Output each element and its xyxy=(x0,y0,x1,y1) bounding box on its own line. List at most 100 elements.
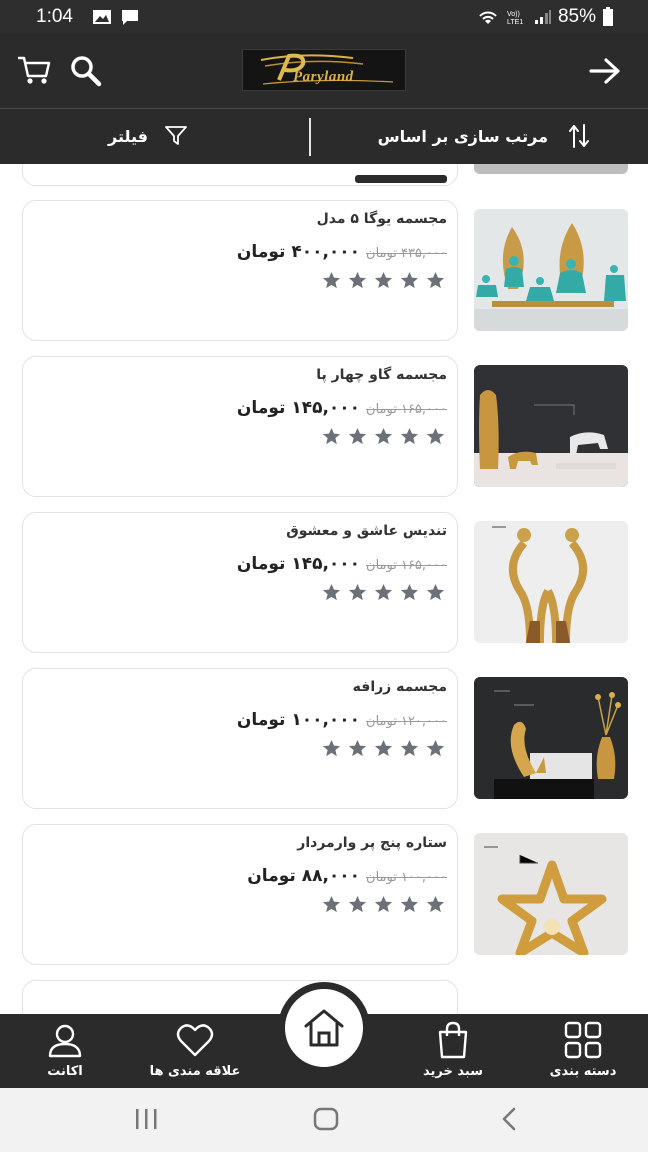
old-price: ۱۶۵,۰۰۰ تومان xyxy=(366,558,447,573)
product-card-partial[interactable] xyxy=(22,980,458,1014)
new-price: ۱۴۵,۰۰۰ تومان xyxy=(236,398,361,418)
nav-categories[interactable]: دسته بندی xyxy=(528,1020,638,1079)
old-price: ۴۳۵,۰۰۰ تومان xyxy=(366,246,447,261)
sort-label: مرتب سازی بر اساس xyxy=(377,127,548,146)
wifi-icon xyxy=(479,11,497,24)
star-icon xyxy=(348,739,367,757)
product-image-partial[interactable] xyxy=(474,164,628,174)
toolbar-divider xyxy=(309,118,311,156)
star-candle-holder-image xyxy=(474,833,628,955)
product-list[interactable]: مجسمه یوگا ۵ مدل ۴۳۵,۰۰۰ تومان ۴۰۰,۰۰۰ ت… xyxy=(0,164,648,1014)
star-icon xyxy=(322,739,341,757)
product-name: ستاره پنج پر وارمردار xyxy=(297,835,447,851)
filter-label: فیلتر xyxy=(108,127,149,146)
star-icon xyxy=(374,427,393,445)
arrow-right-icon xyxy=(589,58,620,84)
star-icon xyxy=(348,583,367,601)
price-row: ۱۰۰,۰۰۰ تومان ۸۸,۰۰۰ تومان xyxy=(247,866,447,886)
battery-icon xyxy=(603,7,613,26)
product-name: مجسمه زرافه xyxy=(352,679,447,695)
product-name: تندیس عاشق و معشوق xyxy=(286,523,447,539)
cart-icon xyxy=(18,56,51,84)
sort-filter-bar: مرتب سازی بر اساس فیلتر xyxy=(0,108,648,164)
rating-stars xyxy=(322,271,445,290)
sort-icon xyxy=(569,124,589,148)
product-card[interactable]: ستاره پنج پر وارمردار ۱۰۰,۰۰۰ تومان ۸۸,۰… xyxy=(22,824,458,965)
logo-text: Paryland xyxy=(293,69,354,85)
old-price: ۱۶۵,۰۰۰ تومان xyxy=(366,402,447,417)
signal-icon xyxy=(534,10,551,24)
svg-text:LTE1: LTE1 xyxy=(507,19,523,26)
yoga-statues-image xyxy=(474,209,628,331)
star-icon xyxy=(400,739,419,757)
nav-cart[interactable]: سبد خرید xyxy=(398,1020,508,1079)
star-icon xyxy=(400,583,419,601)
new-price: ۸۸,۰۰۰ تومان xyxy=(247,866,361,886)
search-button[interactable] xyxy=(68,54,104,88)
cow-statue-image xyxy=(474,365,628,487)
shopping-bag-icon xyxy=(438,1021,468,1059)
star-icon xyxy=(374,895,393,913)
star-icon xyxy=(322,271,341,289)
nav-account[interactable]: اکانت xyxy=(10,1020,120,1079)
star-icon xyxy=(426,739,445,757)
brand-logo[interactable]: Paryland xyxy=(242,49,406,91)
volte-icon: Vo))LTE1 xyxy=(507,11,523,26)
product-card[interactable]: مجسمه زرافه ۱۲۰,۰۰۰ تومان ۱۰۰,۰۰۰ تومان xyxy=(22,668,458,809)
product-image[interactable] xyxy=(474,833,628,955)
rating-stars xyxy=(322,739,445,758)
back-system-icon[interactable] xyxy=(498,1106,522,1132)
add-to-cart-bar-partial xyxy=(355,175,447,183)
home-icon xyxy=(304,1009,344,1047)
star-icon xyxy=(426,583,445,601)
new-price: ۴۰۰,۰۰۰ تومان xyxy=(236,242,361,262)
product-card[interactable]: مجسمه گاو چهار پا ۱۶۵,۰۰۰ تومان ۱۴۵,۰۰۰ … xyxy=(22,356,458,497)
cart-button[interactable] xyxy=(16,54,52,88)
star-icon xyxy=(400,271,419,289)
price-row: ۱۶۵,۰۰۰ تومان ۱۴۵,۰۰۰ تومان xyxy=(237,554,447,574)
product-card[interactable]: تندیس عاشق و معشوق ۱۶۵,۰۰۰ تومان ۱۴۵,۰۰۰… xyxy=(22,512,458,653)
star-icon xyxy=(400,427,419,445)
nav-favorites-label: علاقه مندی ها xyxy=(149,1064,241,1079)
app-bar: Paryland xyxy=(0,34,648,108)
star-icon xyxy=(374,583,393,601)
star-icon xyxy=(374,271,393,289)
old-price: ۱۲۰,۰۰۰ تومان xyxy=(366,714,447,729)
filter-icon xyxy=(165,126,187,145)
status-bar: 1:04 Vo)) LTE1 85% xyxy=(0,0,648,34)
new-price: ۱۴۵,۰۰۰ تومان xyxy=(236,554,361,574)
product-card[interactable]: مجسمه یوگا ۵ مدل ۴۳۵,۰۰۰ تومان ۴۰۰,۰۰۰ ت… xyxy=(22,200,458,341)
product-name: مجسمه گاو چهار پا xyxy=(316,367,447,383)
recent-apps-icon[interactable] xyxy=(132,1106,160,1132)
nav-cart-label: سبد خرید xyxy=(423,1064,483,1079)
home-system-icon[interactable] xyxy=(312,1106,340,1132)
star-icon xyxy=(348,427,367,445)
product-image[interactable] xyxy=(474,365,628,487)
star-icon xyxy=(348,271,367,289)
star-icon xyxy=(322,583,341,601)
search-icon xyxy=(71,56,102,87)
price-row: ۱۶۵,۰۰۰ تومان ۱۴۵,۰۰۰ تومان xyxy=(237,398,447,418)
star-icon xyxy=(322,895,341,913)
home-button[interactable] xyxy=(283,987,365,1069)
lovers-statue-image xyxy=(474,521,628,643)
product-image[interactable] xyxy=(474,677,628,799)
nav-favorites[interactable]: علاقه مندی ها xyxy=(140,1020,250,1079)
product-image[interactable] xyxy=(474,209,628,331)
product-card-partial[interactable] xyxy=(22,164,458,186)
price-row: ۱۲۰,۰۰۰ تومان ۱۰۰,۰۰۰ تومان xyxy=(237,710,447,730)
heart-icon xyxy=(176,1024,214,1057)
product-name: مجسمه یوگا ۵ مدل xyxy=(316,211,447,227)
status-time: 1:04 xyxy=(36,6,73,27)
svg-text:Vo)): Vo)) xyxy=(507,11,520,18)
rating-stars xyxy=(322,427,445,446)
giraffe-statue-image xyxy=(474,677,628,799)
old-price: ۱۰۰,۰۰۰ تومان xyxy=(366,870,447,885)
user-icon xyxy=(48,1024,82,1058)
back-button[interactable] xyxy=(588,56,622,86)
star-icon xyxy=(374,739,393,757)
nav-account-label: اکانت xyxy=(47,1064,83,1079)
nav-categories-label: دسته بندی xyxy=(549,1064,617,1079)
battery-percent: 85% xyxy=(557,6,596,27)
product-image[interactable] xyxy=(474,521,628,643)
